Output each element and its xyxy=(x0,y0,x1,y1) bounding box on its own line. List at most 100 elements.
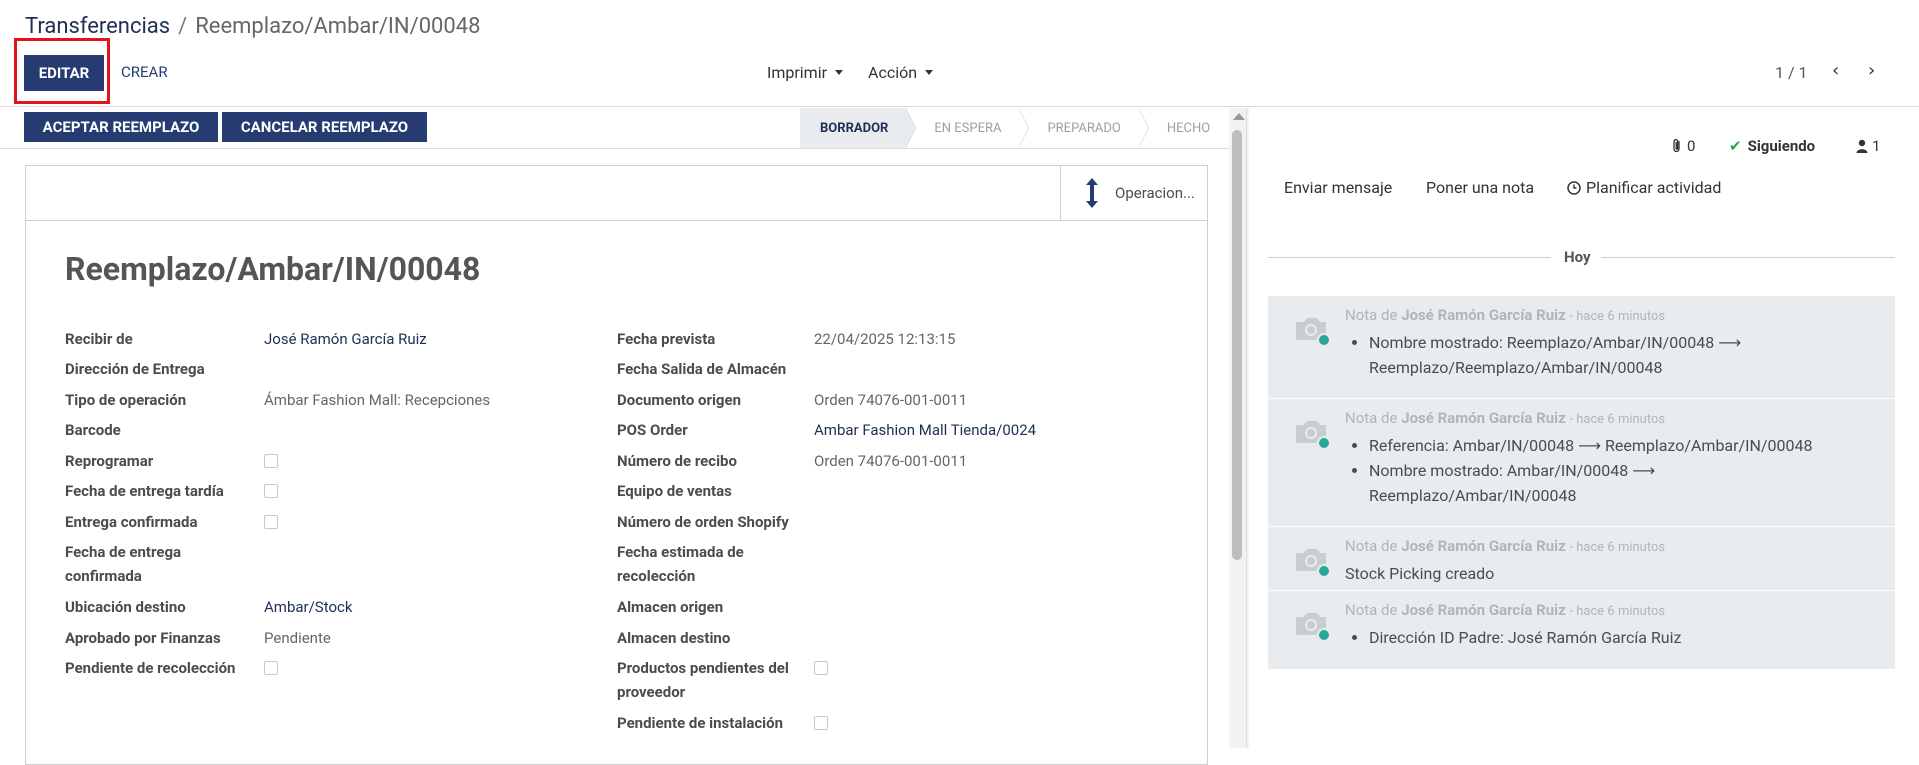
field-label: Aprobado por Finanzas xyxy=(65,629,221,647)
stage-en-espera[interactable]: EN ESPERA xyxy=(906,108,1030,148)
field-label: Fecha de entrega tardía xyxy=(65,482,224,500)
cancel-replacement-button[interactable]: CANCELAR REEMPLAZO xyxy=(222,112,427,142)
message-author[interactable]: José Ramón García Ruiz xyxy=(1401,537,1566,555)
field-checkbox[interactable] xyxy=(814,661,828,675)
print-label: Imprimir xyxy=(767,63,828,82)
scrollbar-thumb[interactable] xyxy=(1232,130,1242,560)
attachments-button[interactable]: 0 xyxy=(1671,137,1695,155)
message-header: Nota de José Ramón García Ruiz - hace 6 … xyxy=(1345,306,1665,324)
message-time: - hace 6 minutos xyxy=(1569,309,1666,324)
breadcrumb: Transferencias / Reemplazo/Ambar/IN/00048 xyxy=(25,14,481,39)
message-text: Stock Picking creado xyxy=(1345,564,1495,583)
stage-preparado[interactable]: PREPARADO xyxy=(1019,108,1149,148)
date-separator-line xyxy=(1268,257,1551,258)
field-checkbox[interactable] xyxy=(814,716,828,730)
avatar-camera-icon[interactable] xyxy=(1292,310,1332,350)
avatar-camera-icon[interactable] xyxy=(1292,541,1332,581)
message-author[interactable]: José Ramón García Ruiz xyxy=(1401,409,1566,427)
field-label: Reprogramar xyxy=(65,452,154,470)
chatter-message: Nota de José Ramón García Ruiz - hace 6 … xyxy=(1268,527,1895,590)
message-header: Nota de José Ramón García Ruiz - hace 6 … xyxy=(1345,409,1665,427)
field-value-link[interactable]: Ambar Fashion Mall Tienda/0024 xyxy=(814,418,1036,442)
field-label: Fecha de entrega confirmada xyxy=(65,543,182,585)
scroll-up-icon[interactable] xyxy=(1233,113,1245,120)
following-button[interactable]: ✔ Siguiendo xyxy=(1729,137,1815,155)
create-button[interactable]: CREAR xyxy=(121,63,168,81)
stage-hecho[interactable]: HECHO xyxy=(1138,108,1227,148)
tracking-value: Nombre mostrado: Reemplazo/Ambar/IN/0004… xyxy=(1369,330,1865,380)
avatar-camera-icon[interactable] xyxy=(1292,605,1332,645)
field-label: Almacen origen xyxy=(617,598,724,616)
caret-down-icon xyxy=(835,70,844,75)
chatter-message: Nota de José Ramón García Ruiz - hace 6 … xyxy=(1268,591,1895,669)
message-prefix: Nota de xyxy=(1345,601,1398,619)
stage-borrador[interactable]: BORRADOR xyxy=(800,108,917,148)
message-author[interactable]: José Ramón García Ruiz xyxy=(1401,306,1566,324)
field-label: Pendiente de instalación xyxy=(617,714,784,732)
breadcrumb-parent-link[interactable]: Transferencias xyxy=(25,14,170,39)
log-note-button[interactable]: Poner una nota xyxy=(1426,178,1534,197)
field-value-link[interactable]: Ambar/Stock xyxy=(264,595,352,619)
stage-label: HECHO xyxy=(1166,120,1211,136)
action-dropdown[interactable]: Acción xyxy=(868,63,934,82)
avatar-camera-icon[interactable] xyxy=(1292,413,1332,453)
message-body: Stock Picking creado xyxy=(1345,561,1865,586)
send-message-button[interactable]: Enviar mensaje xyxy=(1284,178,1392,197)
check-icon: ✔ xyxy=(1729,137,1742,155)
field-checkbox[interactable] xyxy=(264,515,278,529)
stage-arrow-inner xyxy=(1018,108,1029,148)
message-time: - hace 6 minutos xyxy=(1569,540,1666,555)
field-value: 22/04/2025 12:13:15 xyxy=(814,330,956,348)
paperclip-icon xyxy=(1673,139,1680,153)
field-label: Almacen destino xyxy=(617,629,731,647)
field-label: Barcode xyxy=(65,421,121,439)
schedule-activity-button[interactable]: Planificar actividad xyxy=(1567,178,1721,197)
message-prefix: Nota de xyxy=(1345,537,1398,555)
field-label: Fecha estimada de recolección xyxy=(617,543,744,585)
schedule-activity-label: Planificar actividad xyxy=(1586,178,1722,197)
message-prefix: Nota de xyxy=(1345,409,1398,427)
field-label: Dirección de Entrega xyxy=(65,360,205,378)
field-checkbox[interactable] xyxy=(264,484,278,498)
attachments-count: 0 xyxy=(1687,137,1696,155)
message-body: Dirección ID Padre: José Ramón García Ru… xyxy=(1345,625,1865,650)
user-icon xyxy=(1856,139,1868,153)
edit-button[interactable]: EDITAR xyxy=(24,55,104,91)
followers-count: 1 xyxy=(1872,137,1881,155)
field-value: Pendiente xyxy=(264,629,331,647)
chatter-message: Nota de José Ramón García Ruiz - hace 6 … xyxy=(1268,399,1895,526)
pager-previous-icon[interactable]: ‹ xyxy=(1832,60,1839,81)
field-label: Fecha Salida de Almacén xyxy=(617,360,787,378)
followers-button[interactable]: 1 xyxy=(1856,137,1880,155)
breadcrumb-current: Reemplazo/Ambar/IN/00048 xyxy=(195,14,481,39)
stage-label: BORRADOR xyxy=(820,120,889,136)
clock-icon xyxy=(1567,180,1581,195)
message-time: - hace 6 minutos xyxy=(1569,604,1666,619)
accept-replacement-button[interactable]: ACEPTAR REEMPLAZO xyxy=(24,112,218,142)
field-label: Equipo de ventas xyxy=(617,482,732,500)
message-body: Nombre mostrado: Reemplazo/Ambar/IN/0004… xyxy=(1345,330,1865,380)
message-author[interactable]: José Ramón García Ruiz xyxy=(1401,601,1566,619)
pager-next-icon[interactable]: › xyxy=(1868,60,1875,81)
date-separator-line xyxy=(1601,257,1895,258)
operations-smart-button[interactable]: Operacion... xyxy=(1060,166,1207,220)
breadcrumb-separator: / xyxy=(178,14,188,39)
field-label: POS Order xyxy=(617,421,688,439)
print-dropdown[interactable]: Imprimir xyxy=(767,63,844,82)
field-label: Tipo de operación xyxy=(65,391,187,409)
field-value-link[interactable]: José Ramón García Ruiz xyxy=(264,327,427,351)
field-checkbox[interactable] xyxy=(264,661,278,675)
pager-value[interactable]: 1 / 1 xyxy=(1775,63,1808,82)
record-title: Reemplazo/Ambar/IN/00048 xyxy=(65,250,481,288)
chatter-divider xyxy=(1246,108,1247,748)
action-label: Acción xyxy=(868,63,918,82)
header-divider xyxy=(0,148,1229,149)
control-panel-divider xyxy=(0,106,1919,107)
field-value: Orden 74076-001-0011 xyxy=(814,452,968,470)
field-label: Número de recibo xyxy=(617,452,737,470)
field-checkbox[interactable] xyxy=(264,454,278,468)
message-body: Referencia: Ambar/IN/00048 ⟶ Reemplazo/A… xyxy=(1345,433,1865,508)
message-prefix: Nota de xyxy=(1345,306,1398,324)
field-label: Recibir de xyxy=(65,330,133,348)
message-header: Nota de José Ramón García Ruiz - hace 6 … xyxy=(1345,537,1665,555)
